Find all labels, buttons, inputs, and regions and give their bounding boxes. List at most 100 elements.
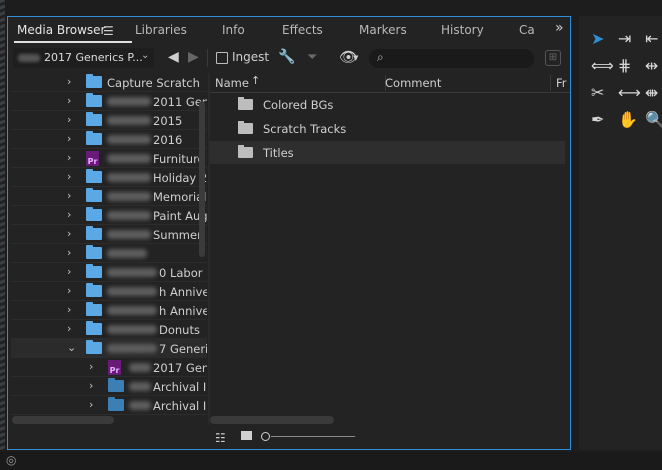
tree-row[interactable]: › Summer xyxy=(11,225,207,244)
tree-row[interactable]: › Pr Furniture xyxy=(11,149,207,168)
chevron-right-icon[interactable]: › xyxy=(67,75,71,88)
panel-tab-bar: Media Browser ☰ Libraries Info Effects M… xyxy=(8,17,570,43)
list-item-label: Colored BGs xyxy=(263,98,334,112)
slip-tool[interactable]: ⟷ xyxy=(618,83,641,102)
zoom-slider[interactable] xyxy=(271,436,355,437)
tree-row[interactable]: › Donuts xyxy=(11,320,207,339)
tree-row[interactable]: › Memorial xyxy=(11,187,207,206)
tree-row[interactable]: › 2015 xyxy=(11,111,207,130)
chevron-right-icon[interactable]: › xyxy=(67,265,71,278)
back-arrow-icon[interactable]: ◀ xyxy=(168,49,179,65)
location-dropdown[interactable]: 2017 Generics P... ⌄ xyxy=(13,48,154,68)
tree-row[interactable]: › 0 Labor Da xyxy=(11,263,207,282)
list-item[interactable]: Scratch Tracks xyxy=(210,117,565,140)
tree-vertical-scrollbar[interactable] xyxy=(199,101,205,257)
tree-row[interactable]: › h Anniver xyxy=(11,301,207,320)
filter-icon[interactable]: ⏷ xyxy=(307,50,317,65)
creative-cloud-icon[interactable]: ◎ xyxy=(6,453,16,467)
chevron-right-icon[interactable]: › xyxy=(67,132,71,145)
column-frame-rate[interactable]: Fr xyxy=(556,76,567,90)
column-comment[interactable]: Comment xyxy=(385,76,441,90)
tree-item-label: Archival I xyxy=(153,399,207,413)
wrench-icon[interactable]: 🔧 xyxy=(278,49,295,65)
chevron-right-icon[interactable]: › xyxy=(67,322,71,335)
forward-arrow-icon[interactable]: ▶ xyxy=(188,49,199,65)
chevron-right-icon[interactable]: › xyxy=(89,398,93,411)
tree-item-label: h Anniver xyxy=(159,285,207,299)
tab-media-browser[interactable]: Media Browser xyxy=(17,23,105,37)
hand-tool[interactable]: ✋ xyxy=(618,110,638,129)
column-name[interactable]: Name xyxy=(215,76,249,90)
rate-stretch-tool[interactable]: ⇹ xyxy=(645,56,658,75)
tree-row[interactable]: › xyxy=(11,244,207,263)
chevron-right-icon[interactable]: › xyxy=(67,284,71,297)
tree-row[interactable]: › h Anniver xyxy=(11,282,207,301)
chevron-right-icon[interactable]: › xyxy=(67,246,71,259)
tree-row[interactable]: › 2016 xyxy=(11,130,207,149)
tab-markers[interactable]: Markers xyxy=(359,23,407,37)
chevron-right-icon[interactable]: › xyxy=(67,189,71,202)
ingest-checkbox[interactable] xyxy=(216,52,228,64)
chevron-right-icon[interactable]: › xyxy=(67,113,71,126)
tree-item-label: 2015 xyxy=(153,114,183,128)
tab-history[interactable]: History xyxy=(441,23,484,37)
tab-effects[interactable]: Effects xyxy=(282,23,323,37)
chevron-right-icon[interactable]: › xyxy=(67,170,71,183)
hamburger-menu-icon[interactable]: ☰ xyxy=(103,24,114,38)
list-column-header: Name ↑ Comment Fr xyxy=(210,73,570,93)
chevron-right-icon[interactable]: › xyxy=(89,379,93,392)
search-input[interactable] xyxy=(393,52,528,65)
list-horizontal-scrollbar[interactable] xyxy=(210,416,334,424)
pen-tool[interactable]: ✒ xyxy=(591,110,604,129)
chevron-double-right-icon[interactable]: » xyxy=(555,20,564,36)
search-icon: ⌕ xyxy=(377,50,384,64)
track-select-tool[interactable]: ⇥ xyxy=(618,29,631,48)
tree-row[interactable]: › Archival I xyxy=(11,377,207,396)
sort-ascending-icon[interactable]: ↑ xyxy=(251,74,260,87)
tree-row[interactable]: › Holiday 2 xyxy=(11,168,207,187)
chevron-down-icon[interactable]: ▼ xyxy=(353,54,358,62)
chevron-right-icon[interactable]: › xyxy=(67,303,71,316)
folder-icon xyxy=(86,245,102,259)
network-link-icon[interactable]: ⊞ xyxy=(545,50,561,66)
tree-item-label: 0 Labor Da xyxy=(159,266,207,280)
icon-view-icon[interactable] xyxy=(241,431,252,440)
list-item[interactable]: Titles xyxy=(210,141,565,164)
search-box[interactable]: ⌕ xyxy=(369,49,534,68)
tab-libraries[interactable]: Libraries xyxy=(135,23,187,37)
razor-tool[interactable]: ✂ xyxy=(591,83,604,102)
list-view-icon[interactable]: ☷ xyxy=(215,431,226,445)
tree-item-label: h Anniver xyxy=(159,304,207,318)
tree-row[interactable]: ⌄ 7 Generics xyxy=(11,339,207,358)
app-root: Media Browser ☰ Libraries Info Effects M… xyxy=(0,0,662,470)
folder-icon xyxy=(86,264,102,278)
zoom-slider-knob[interactable] xyxy=(261,432,270,441)
chevron-down-icon: ⌄ xyxy=(141,50,150,61)
tree-row[interactable]: › 2011 Gen xyxy=(11,92,207,111)
selection-tool[interactable]: ➤ xyxy=(591,29,604,48)
tab-captions[interactable]: Ca xyxy=(519,23,535,37)
chevron-right-icon[interactable]: › xyxy=(67,208,71,221)
folder-icon xyxy=(86,74,102,88)
tree-horizontal-scrollbar[interactable] xyxy=(12,416,114,424)
chevron-right-icon[interactable]: › xyxy=(89,360,93,373)
tree-item-label: 7 Generics xyxy=(159,342,207,356)
redacted-text xyxy=(107,249,147,258)
tree-row[interactable]: › Pr 2017 Gen xyxy=(11,358,207,377)
chevron-right-icon[interactable]: › xyxy=(67,151,71,164)
chevron-down-icon[interactable]: ⌄ xyxy=(67,341,76,354)
ripple-edit-tool[interactable]: ⟺ xyxy=(591,56,614,75)
chevron-right-icon[interactable]: › xyxy=(67,94,71,107)
chevron-right-icon[interactable]: › xyxy=(67,227,71,240)
tab-info[interactable]: Info xyxy=(222,23,245,37)
zoom-tool[interactable]: 🔍 xyxy=(645,110,662,129)
tree-row[interactable]: › Archival I xyxy=(11,396,207,415)
tree-row[interactable]: › Paint Aug xyxy=(11,206,207,225)
tree-row[interactable]: › Capture Scratch xyxy=(11,73,207,92)
slide-tool[interactable]: ⇼ xyxy=(645,83,658,102)
tools-panel: ➤ ⇥ ⇤ ⟺ ⋕ ⇹ ✂ ⟷ ⇼ ✒ ✋ 🔍 xyxy=(579,16,662,450)
rolling-edit-tool[interactable]: ⋕ xyxy=(618,56,631,75)
list-item[interactable]: Colored BGs xyxy=(210,93,565,116)
track-select-backward-tool[interactable]: ⇤ xyxy=(645,29,658,48)
redacted-text xyxy=(107,97,151,106)
